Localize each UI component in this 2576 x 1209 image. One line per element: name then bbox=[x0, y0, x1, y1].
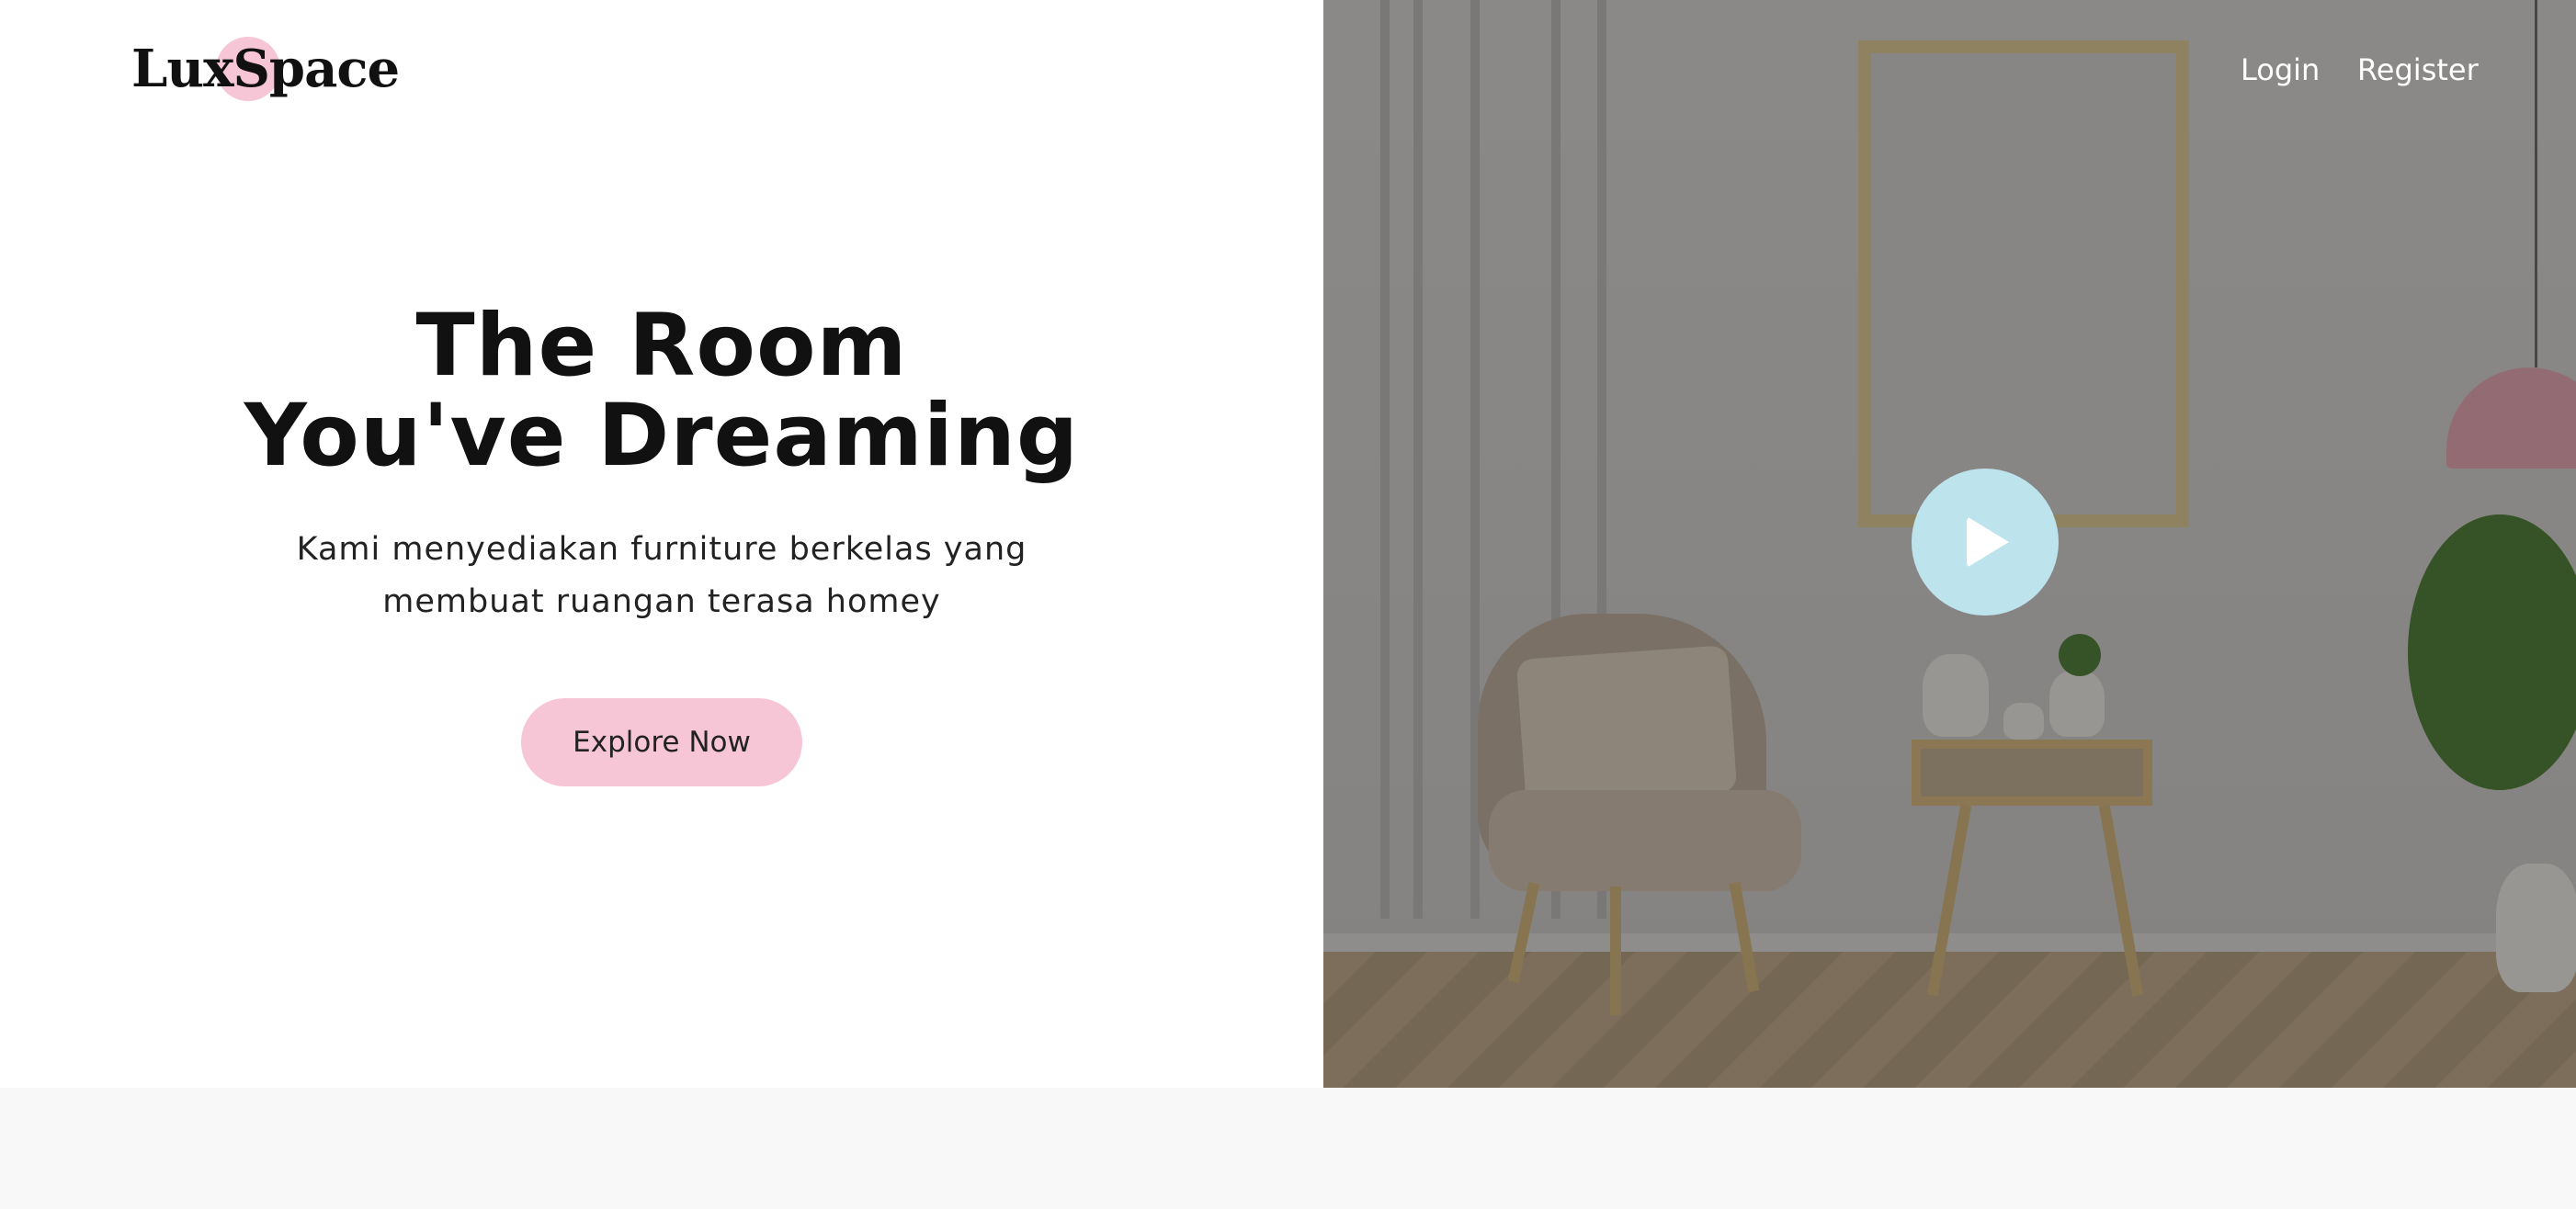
play-video-button[interactable] bbox=[1912, 469, 2059, 616]
hero-section: The Room You've Dreaming Kami menyediaka… bbox=[0, 0, 2576, 1088]
play-icon bbox=[1967, 516, 2009, 568]
hero-subtitle-line-1: Kami menyediakan furniture berkelas yang bbox=[296, 531, 1027, 568]
hero-title-line-1: The Room bbox=[415, 296, 908, 396]
logo-text: LuxSpace bbox=[131, 39, 400, 99]
nav-register-link[interactable]: Register bbox=[2357, 50, 2479, 90]
nav-login-link[interactable]: Login bbox=[2241, 50, 2320, 90]
hero-image bbox=[1323, 0, 2576, 1088]
hero-content: The Room You've Dreaming Kami menyediaka… bbox=[0, 0, 1323, 1088]
hero-title-line-2: You've Dreaming bbox=[244, 386, 1080, 486]
logo[interactable]: LuxSpace bbox=[131, 35, 400, 108]
hero-subtitle-line-2: membuat ruangan terasa homey bbox=[382, 583, 941, 620]
next-section bbox=[0, 1088, 2576, 1209]
hero-title: The Room You've Dreaming bbox=[0, 301, 1323, 481]
hero-subtitle: Kami menyediakan furniture berkelas yang… bbox=[0, 524, 1323, 628]
explore-now-button[interactable]: Explore Now bbox=[521, 698, 802, 786]
